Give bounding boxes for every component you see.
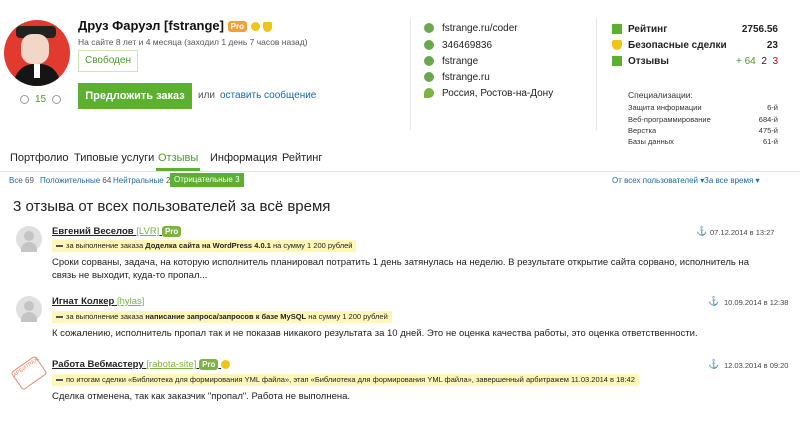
contact-website[interactable]: fstrange.ru/coder: [424, 23, 518, 34]
propose-order-button[interactable]: Предложить заказ: [78, 83, 192, 109]
tab-rating[interactable]: Рейтинг: [282, 152, 322, 164]
reviewer-name[interactable]: Евгений Веселов [LVR] Pro: [52, 226, 182, 237]
negative-mark-icon: [56, 316, 63, 319]
pro-badge: Pro: [227, 21, 247, 33]
spec-row: Веб-программирование 684-й: [628, 115, 778, 124]
reviewer-avatar[interactable]: [16, 226, 42, 252]
filter-all[interactable]: Все 69: [9, 176, 34, 185]
review-context: по итогам сделки «Библиотека для формиро…: [52, 374, 639, 386]
shield-icon: [263, 21, 273, 32]
smile-icon: [250, 22, 260, 32]
contact-site: fstrange.ru: [424, 72, 490, 83]
rating-label: Рейтинг: [612, 24, 667, 35]
skype-icon: [424, 72, 434, 83]
safe-deals-label: Безопасные сделки: [612, 40, 727, 51]
reviewer-login[interactable]: [LVR]: [136, 226, 159, 237]
reviews-positive-link[interactable]: + 64: [736, 56, 756, 67]
tab-info[interactable]: Информация: [210, 152, 277, 164]
review-context: за выполнение заказа написание запроса/з…: [52, 311, 392, 323]
reviews-neutral-link[interactable]: 2: [761, 56, 767, 67]
reviewer-login[interactable]: [rabota-site]: [146, 359, 196, 370]
review-date: 10.09.2014 в 12:38: [724, 298, 789, 307]
reviewer-avatar[interactable]: [16, 296, 42, 322]
skype-icon: [424, 56, 434, 67]
tabs-divider: [0, 171, 800, 172]
pro-badge: Pro: [161, 226, 182, 237]
contact-skype: fstrange: [424, 56, 478, 67]
spec-row: Базы данных 61-й: [628, 137, 778, 146]
profile-score: 15: [14, 94, 67, 105]
reviewer-name[interactable]: Игнат Колкер [hylas]: [52, 296, 144, 307]
tab-reviews[interactable]: Отзывы: [158, 152, 198, 164]
anchor-icon[interactable]: ⚓: [708, 296, 719, 307]
tab-services[interactable]: Типовые услуги: [74, 152, 154, 164]
filter-neutral[interactable]: Нейтральные 2: [113, 176, 170, 185]
safe-deals-value: 23: [766, 40, 778, 51]
negative-mark-icon: [56, 379, 63, 382]
chat-icon: [612, 56, 622, 67]
anchor-icon[interactable]: ⚓: [708, 359, 719, 370]
bar-chart-icon: [612, 24, 622, 35]
review-text: Сделка отменена, так как заказчик "пропа…: [52, 391, 351, 402]
location-icon: [424, 88, 434, 99]
reviews-negative-link[interactable]: 3: [772, 56, 778, 67]
contact-skype-id: 346469836: [424, 40, 492, 51]
reviewer-name[interactable]: Работа Вебмастеру [rabota-site] Pro: [52, 359, 231, 370]
review-date: 07.12.2014 в 13:27: [710, 228, 775, 237]
filter-positive[interactable]: Положительные 64: [40, 176, 111, 185]
review-text: К сожалению, исполнитель пропал так и не…: [52, 328, 698, 339]
arbitration-stamp: АРБИТРАЖ: [10, 355, 48, 391]
anchor-icon[interactable]: ⚓: [696, 226, 707, 237]
or-label: или: [198, 90, 216, 101]
spec-row: Защита информации 6-й: [628, 103, 778, 112]
rating-value: 2756.56: [741, 24, 778, 35]
reviews-counts: + 64 2 3: [736, 56, 778, 67]
spec-row: Верстка 475-й: [628, 126, 778, 135]
profile-since: На сайте 8 лет и 4 месяца (заходил 1 ден…: [78, 37, 308, 47]
reviews-label: Отзывы: [612, 56, 669, 67]
divider: [410, 18, 411, 130]
status-badge: Свободен: [78, 50, 138, 72]
skype-icon: [424, 40, 434, 51]
contact-location: Россия, Ростов-на-Дону: [424, 88, 553, 99]
thumb-down-icon: [20, 94, 29, 104]
filter-negative-button[interactable]: Отрицательные 3: [170, 173, 244, 187]
leave-message-link[interactable]: оставить сообщение: [220, 90, 316, 101]
review-context: за выполнение заказа Доделка сайта на Wo…: [52, 240, 357, 252]
profile-name-text: Друз Фаруэл [fstrange]: [78, 18, 224, 33]
profile-avatar: [4, 20, 70, 86]
negative-mark-icon: [56, 245, 63, 248]
divider: [596, 18, 597, 130]
smile-icon: [221, 360, 231, 369]
shield-icon: [612, 40, 622, 51]
reviewer-login[interactable]: [hylas]: [117, 296, 144, 307]
reviews-heading: 3 отзыва от всех пользователей за всё вр…: [13, 198, 331, 215]
pro-badge: Pro: [199, 359, 219, 370]
filter-users-dropdown[interactable]: От всех пользователей ▾: [612, 176, 704, 185]
profile-name: Друз Фаруэл [fstrange] Pro: [78, 18, 273, 33]
thumb-up-icon: [52, 94, 62, 104]
link-icon: [424, 23, 434, 34]
review-date: 12.03.2014 в 09:20: [724, 361, 789, 370]
tab-portfolio[interactable]: Портфолио: [10, 152, 69, 164]
score-value: 15: [35, 94, 47, 105]
filter-time-dropdown[interactable]: За все время ▾: [704, 176, 760, 185]
specs-title: Специализации:: [628, 90, 693, 100]
review-text: Сроки сорваны, задача, на которую исполн…: [52, 257, 750, 281]
